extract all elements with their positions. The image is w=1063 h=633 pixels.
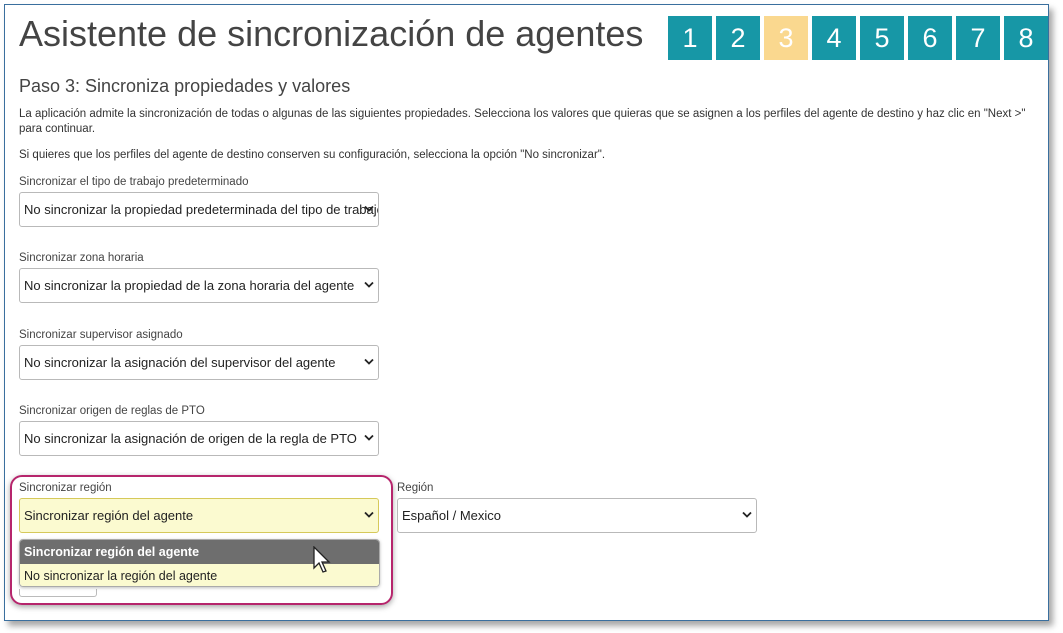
- chevron-down-icon: [364, 280, 374, 291]
- step-6-button[interactable]: 6: [908, 16, 952, 60]
- region-label: Región: [397, 482, 434, 494]
- no-sync-hint: Si quieres que los perfiles del agente d…: [19, 149, 606, 161]
- supervisor-value: No sincronizar la asignación del supervi…: [24, 355, 336, 370]
- step-8-button[interactable]: 8: [1004, 16, 1048, 60]
- supervisor-select[interactable]: No sincronizar la asignación del supervi…: [19, 345, 379, 380]
- pto-value: No sincronizar la asignación de origen d…: [24, 431, 357, 446]
- pto-label: Sincronizar origen de reglas de PTO: [19, 405, 205, 417]
- step-4-button[interactable]: 4: [812, 16, 856, 60]
- chevron-down-icon: [364, 204, 374, 215]
- step-3-button[interactable]: 3: [764, 16, 808, 60]
- chevron-down-icon: [742, 510, 752, 521]
- wizard-window: Asistente de sincronización de agentes 1…: [4, 4, 1049, 621]
- chevron-down-icon: [364, 433, 374, 444]
- pto-select[interactable]: No sincronizar la asignación de origen d…: [19, 421, 379, 456]
- timezone-value: No sincronizar la propiedad de la zona h…: [24, 278, 355, 293]
- chevron-down-icon: [364, 357, 374, 368]
- mouse-cursor-icon: [313, 546, 331, 573]
- step-5-button[interactable]: 5: [860, 16, 904, 60]
- instructions-text: La aplicación admite la sincronización d…: [19, 108, 1026, 135]
- callout-highlight: [10, 475, 393, 605]
- step-7-button[interactable]: 7: [956, 16, 1000, 60]
- step-indicator: 1 2 3 4 5 6 7 8: [668, 16, 1048, 60]
- work-type-value: No sincronizar la propiedad predetermina…: [24, 202, 379, 217]
- region-value: Español / Mexico: [402, 508, 501, 523]
- step-1-button[interactable]: 1: [668, 16, 712, 60]
- page-title: Asistente de sincronización de agentes: [19, 13, 644, 54]
- step-2-button[interactable]: 2: [716, 16, 760, 60]
- region-select[interactable]: Español / Mexico: [397, 498, 757, 533]
- timezone-select[interactable]: No sincronizar la propiedad de la zona h…: [19, 268, 379, 303]
- step-subtitle: Paso 3: Sincroniza propiedades y valores: [19, 76, 351, 96]
- work-type-label: Sincronizar el tipo de trabajo predeterm…: [19, 176, 249, 188]
- work-type-select[interactable]: No sincronizar la propiedad predetermina…: [19, 192, 379, 227]
- supervisor-label: Sincronizar supervisor asignado: [19, 329, 183, 341]
- timezone-label: Sincronizar zona horaria: [19, 252, 144, 264]
